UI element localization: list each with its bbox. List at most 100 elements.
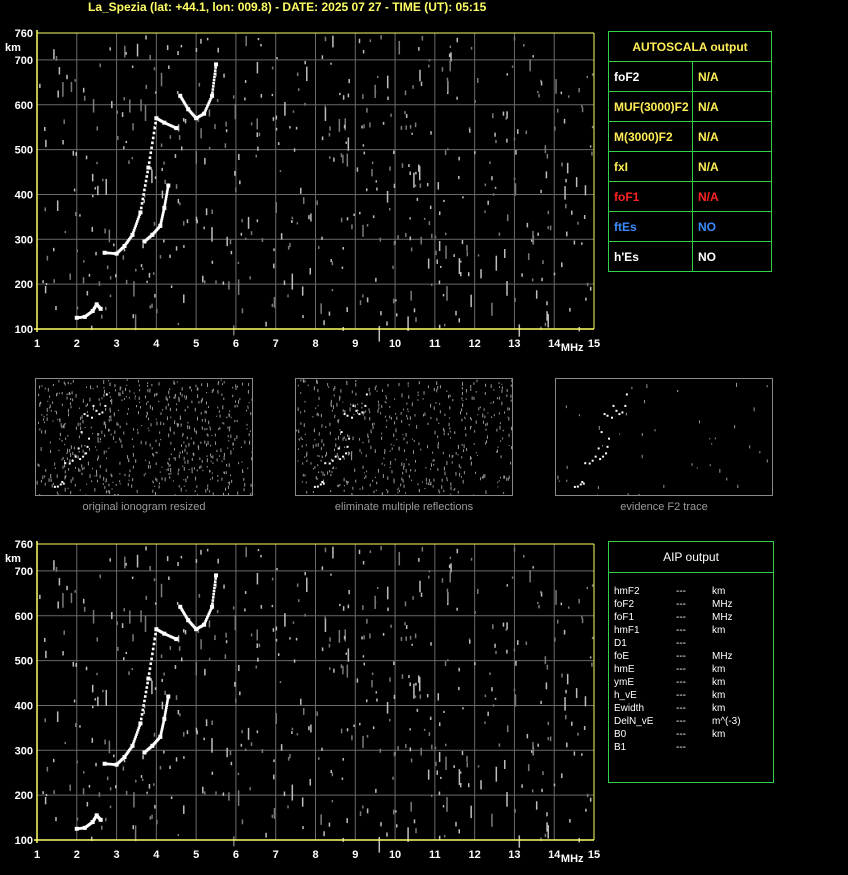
noise-speckle xyxy=(245,238,247,240)
noise-speckle xyxy=(39,84,41,88)
noise-speckle xyxy=(394,184,396,188)
noise-speckle xyxy=(241,447,242,448)
noise-speckle xyxy=(176,408,177,411)
noise-speckle xyxy=(78,468,79,472)
noise-speckle xyxy=(135,269,137,272)
noise-speckle xyxy=(406,114,408,118)
noise-speckle xyxy=(342,402,343,403)
noise-speckle xyxy=(53,384,54,386)
noise-speckle xyxy=(493,401,494,403)
trace-point xyxy=(136,731,139,734)
noise-speckle xyxy=(185,410,186,412)
noise-speckle xyxy=(510,395,511,398)
noise-speckle xyxy=(209,147,211,149)
trace-point xyxy=(212,85,215,88)
noise-speckle xyxy=(296,638,298,641)
noise-speckle xyxy=(428,65,430,68)
noise-speckle xyxy=(362,736,364,748)
noise-speckle xyxy=(324,106,326,109)
noise-speckle xyxy=(506,394,507,397)
noise-speckle xyxy=(201,412,202,415)
noise-speckle xyxy=(424,218,426,220)
noise-speckle xyxy=(177,562,179,566)
noise-speckle xyxy=(123,608,125,611)
noise-speckle xyxy=(311,462,312,464)
noise-speckle xyxy=(178,710,180,714)
noise-speckle xyxy=(139,389,140,391)
noise-speckle xyxy=(402,472,403,475)
noise-speckle xyxy=(476,391,477,393)
trace-point xyxy=(133,740,136,743)
noise-speckle xyxy=(49,478,50,482)
noise-speckle xyxy=(537,744,539,747)
noise-speckle xyxy=(447,148,449,150)
noise-speckle xyxy=(196,48,198,52)
noise-speckle xyxy=(347,154,349,167)
noise-speckle xyxy=(47,414,48,416)
noise-speckle xyxy=(394,398,395,399)
trace-point xyxy=(146,171,149,174)
trace-point xyxy=(212,596,215,599)
noise-speckle xyxy=(346,818,348,823)
noise-speckle xyxy=(404,438,405,441)
noise-speckle xyxy=(410,636,412,640)
noise-speckle xyxy=(334,449,335,452)
noise-speckle xyxy=(316,200,318,205)
noise-speckle xyxy=(459,473,460,477)
x-tick-label: 6 xyxy=(233,849,239,861)
noise-speckle xyxy=(306,491,307,493)
noise-speckle xyxy=(333,158,335,162)
trace-point xyxy=(186,107,189,110)
noise-speckle xyxy=(274,297,276,308)
aip-name: hmF2 xyxy=(614,585,640,598)
noise-speckle xyxy=(508,417,509,418)
noise-speckle xyxy=(198,401,199,404)
trace-point xyxy=(329,463,331,465)
noise-speckle xyxy=(75,723,77,727)
trace-point xyxy=(580,483,582,485)
noise-speckle xyxy=(212,772,214,775)
noise-speckle xyxy=(355,380,356,382)
noise-speckle xyxy=(98,440,99,443)
noise-speckle xyxy=(152,490,153,493)
noise-speckle xyxy=(395,413,396,415)
noise-speckle xyxy=(365,475,366,478)
noise-speckle xyxy=(91,480,92,482)
noise-speckle xyxy=(366,188,368,191)
noise-speckle xyxy=(169,396,170,398)
noise-speckle xyxy=(587,283,589,286)
trace-point xyxy=(140,207,143,210)
noise-speckle xyxy=(413,684,415,699)
noise-speckle xyxy=(50,442,51,444)
noise-speckle xyxy=(109,416,110,418)
noise-speckle xyxy=(504,476,505,479)
trace-point xyxy=(166,191,169,194)
noise-speckle xyxy=(304,614,306,617)
noise-speckle xyxy=(301,437,302,440)
noise-speckle xyxy=(449,61,451,72)
trace-point xyxy=(85,452,87,454)
noise-speckle xyxy=(126,423,127,425)
noise-speckle xyxy=(376,180,378,182)
noise-speckle xyxy=(193,453,194,455)
noise-speckle xyxy=(568,606,570,608)
noise-speckle xyxy=(41,447,42,451)
noise-speckle xyxy=(61,423,62,427)
noise-speckle xyxy=(512,65,514,67)
noise-speckle xyxy=(327,471,328,474)
noise-speckle xyxy=(218,428,219,430)
noise-speckle xyxy=(154,578,156,581)
trace-point xyxy=(79,458,81,460)
noise-speckle xyxy=(233,95,235,98)
noise-speckle xyxy=(487,201,489,205)
noise-speckle xyxy=(43,418,44,420)
noise-speckle xyxy=(206,444,207,447)
noise-speckle xyxy=(540,701,542,704)
noise-speckle xyxy=(182,466,183,467)
noise-speckle xyxy=(100,403,101,406)
noise-speckle xyxy=(318,405,319,406)
noise-speckle xyxy=(53,279,55,283)
autoscala-value: N/A xyxy=(693,182,772,212)
trace-point xyxy=(150,147,153,150)
noise-speckle xyxy=(462,400,463,401)
